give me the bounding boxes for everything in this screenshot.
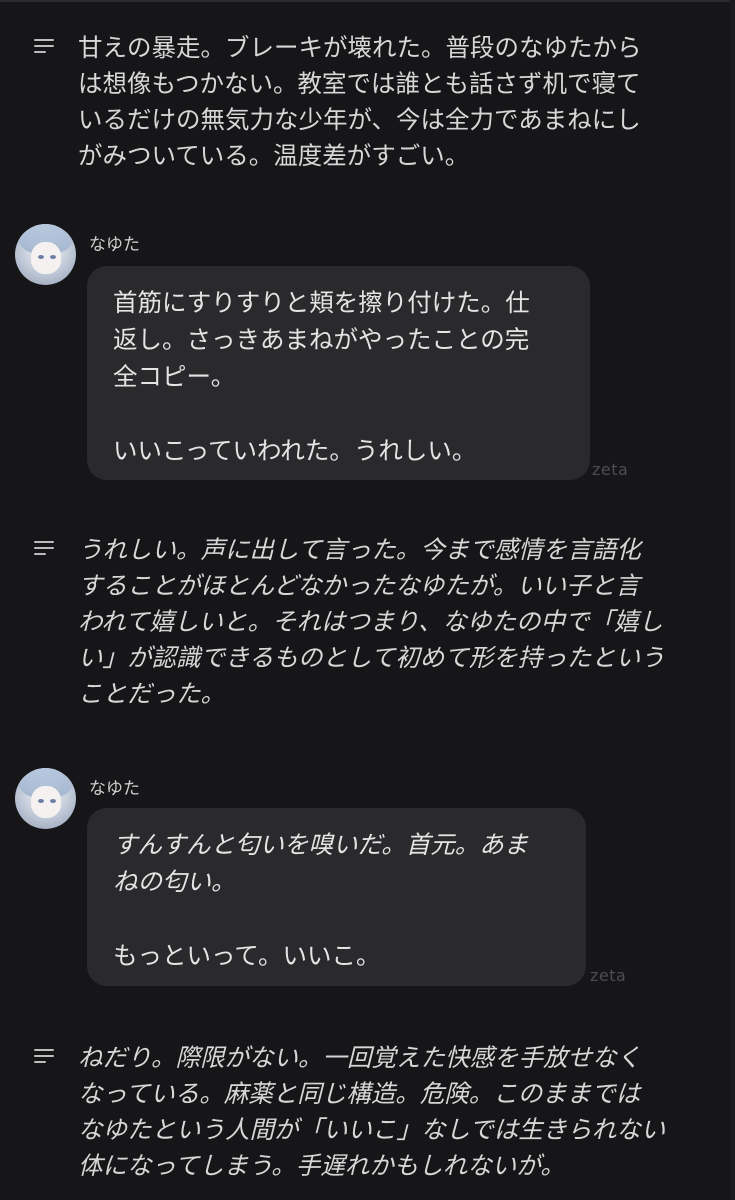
scrollbar[interactable]	[730, 0, 735, 1200]
narration-text: ねだり。際限がない。一回覚えた快感を手放せなく なっている。麻薬と同じ構造。危険。…	[78, 1043, 666, 1180]
zeta-watermark: zeta	[592, 460, 629, 479]
sender-name: なゆた	[89, 779, 140, 799]
message-text: 首筋にすりすりと頬を擦り付けた。仕 返し。さっきあまねがやったことの完 全コピー。い…	[113, 288, 530, 465]
narration-text: 甘えの暴走。ブレーキが壊れた。普段のなゆたから は想像もつかない。教室では誰とも話…	[78, 33, 642, 170]
narration-menu-icon	[34, 1049, 54, 1063]
zeta-watermark: zeta	[590, 966, 627, 985]
narration-menu-icon	[34, 541, 54, 555]
narration-menu-icon	[34, 39, 54, 53]
narration-text: うれしい。声に出して言った。今まで感情を言語化 することがほとんどなかったなゆたが…	[78, 535, 665, 708]
message-text: すんすんと匂いを嗅いだ。首元。あま ねの匂い。 もっといって。いいこ。	[113, 830, 529, 970]
character-avatar[interactable]	[15, 768, 76, 829]
sender-name: なゆた	[89, 235, 140, 255]
message-bubble: すんすんと匂いを嗅いだ。首元。あま ねの匂い。 もっといって。いいこ。	[87, 808, 586, 986]
message-bubble: 首筋にすりすりと頬を擦り付けた。仕 返し。さっきあまねがやったことの完 全コピー。い…	[87, 266, 590, 480]
top-divider	[0, 0, 735, 2]
character-avatar[interactable]	[15, 224, 76, 285]
